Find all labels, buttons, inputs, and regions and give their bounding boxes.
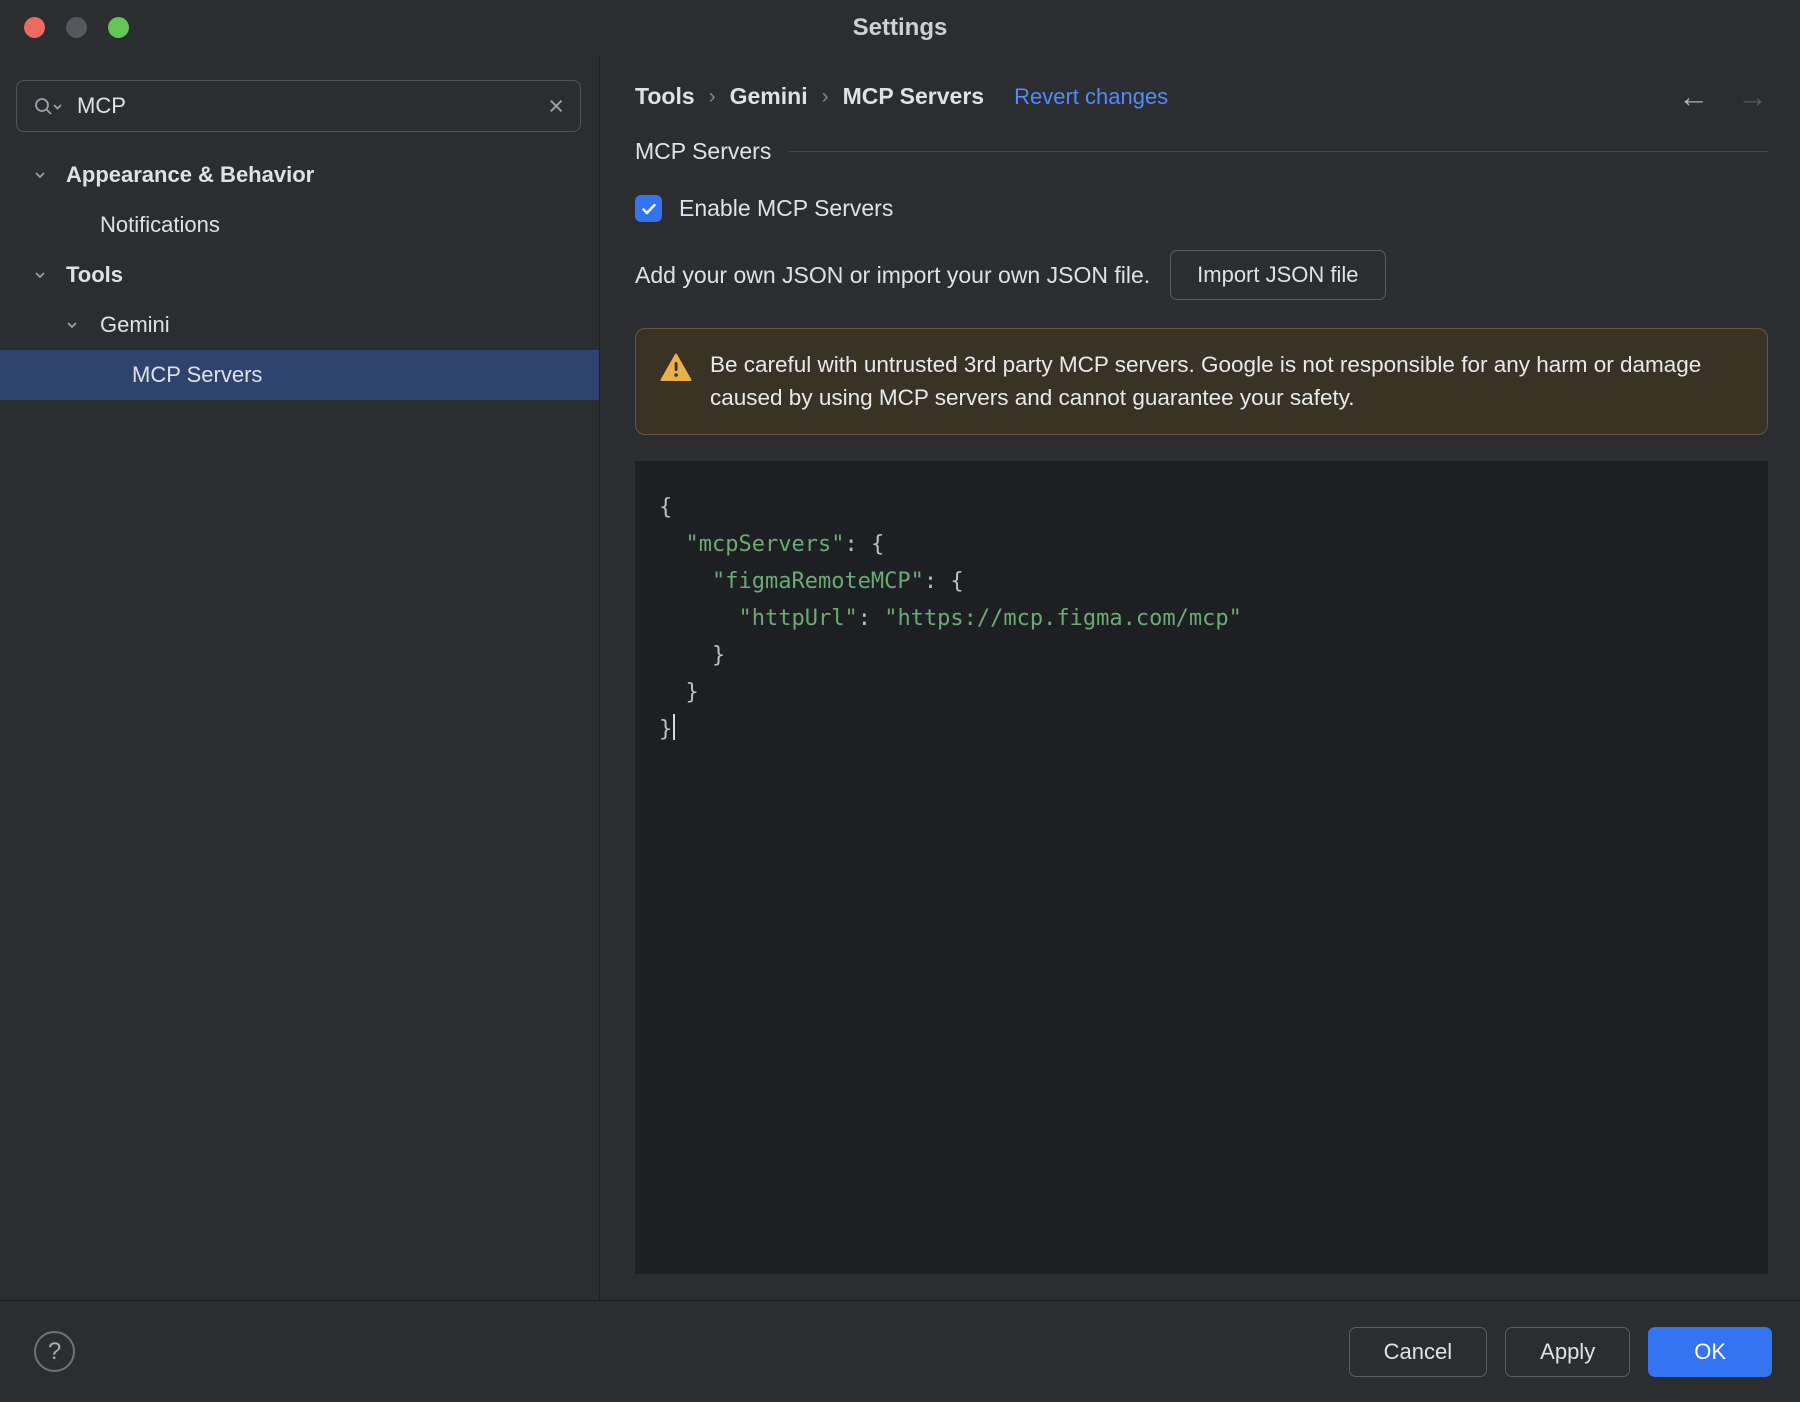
chevron-down-icon[interactable] <box>32 167 48 183</box>
apply-button[interactable]: Apply <box>1505 1326 1631 1377</box>
sidebar-item-label: Appearance & Behavior <box>66 162 315 187</box>
clear-search-icon[interactable]: × <box>548 92 564 120</box>
sidebar-item-label: Gemini <box>100 312 170 337</box>
sidebar-item-gemini[interactable]: Gemini <box>0 300 599 350</box>
sidebar-item-notifications[interactable]: Notifications <box>0 200 599 250</box>
import-hint-text: Add your own JSON or import your own JSO… <box>635 261 1151 288</box>
search-input[interactable] <box>75 92 537 120</box>
forward-arrow-icon[interactable]: → <box>1737 81 1768 112</box>
sidebar-item-label: MCP Servers <box>132 362 263 387</box>
cancel-button[interactable]: Cancel <box>1348 1326 1488 1377</box>
breadcrumb-item-tools[interactable]: Tools <box>635 83 695 110</box>
import-row: Add your own JSON or import your own JSO… <box>635 250 1768 300</box>
window-controls <box>24 17 129 38</box>
sidebar-item-mcp-servers[interactable]: MCP Servers <box>0 350 599 400</box>
warning-icon <box>660 353 692 382</box>
settings-search-box[interactable]: × <box>16 80 581 132</box>
settings-sidebar: × Appearance & Behavior Notifications To… <box>0 55 600 1300</box>
enable-mcp-label[interactable]: Enable MCP Servers <box>679 195 893 222</box>
enable-mcp-checkbox[interactable] <box>635 195 662 222</box>
window-title: Settings <box>852 13 948 41</box>
page-title: MCP Servers <box>635 138 772 164</box>
back-arrow-icon[interactable]: ← <box>1678 81 1709 112</box>
history-navigation: ← → <box>1678 81 1768 112</box>
breadcrumb: Tools › Gemini › MCP Servers Revert chan… <box>635 81 1768 112</box>
close-window-button[interactable] <box>24 17 45 38</box>
settings-content: Tools › Gemini › MCP Servers Revert chan… <box>601 55 1800 1300</box>
text-cursor <box>673 714 676 741</box>
help-button[interactable]: ? <box>34 1331 75 1372</box>
json-editor[interactable]: { "mcpServers": { "figmaRemoteMCP": { "h… <box>635 461 1768 1274</box>
sidebar-item-label: Notifications <box>100 212 220 237</box>
search-icon <box>33 96 63 117</box>
warning-banner: Be careful with untrusted 3rd party MCP … <box>635 328 1768 436</box>
json-editor-code: { "mcpServers": { "figmaRemoteMCP": { "h… <box>659 495 1242 743</box>
chevron-down-icon[interactable] <box>64 317 80 333</box>
breadcrumb-separator: › <box>708 84 716 108</box>
enable-mcp-row: Enable MCP Servers <box>635 195 1768 222</box>
maximize-window-button[interactable] <box>108 17 129 38</box>
footer-buttons: Cancel Apply OK <box>1348 1326 1772 1377</box>
warning-text: Be careful with untrusted 3rd party MCP … <box>710 352 1702 410</box>
minimize-window-button[interactable] <box>66 17 87 38</box>
chevron-down-icon[interactable] <box>32 267 48 283</box>
question-mark-icon: ? <box>47 1337 62 1365</box>
settings-tree: Appearance & Behavior Notifications Tool… <box>0 150 599 400</box>
section-divider <box>789 151 1768 152</box>
checkmark-icon <box>641 203 656 214</box>
breadcrumb-item-gemini[interactable]: Gemini <box>730 83 808 110</box>
dialog-footer: ? Cancel Apply OK <box>0 1300 1800 1402</box>
breadcrumb-item-mcp-servers: MCP Servers <box>842 83 985 109</box>
title-bar: Settings <box>0 0 1800 55</box>
revert-changes-link[interactable]: Revert changes <box>1014 84 1168 110</box>
sidebar-item-label: Tools <box>66 262 124 287</box>
ok-button[interactable]: OK <box>1648 1326 1772 1377</box>
sidebar-item-tools[interactable]: Tools <box>0 250 599 300</box>
breadcrumb-separator: › <box>821 84 829 108</box>
section-header: MCP Servers <box>635 138 1768 165</box>
sidebar-item-appearance-behavior[interactable]: Appearance & Behavior <box>0 150 599 200</box>
import-json-button[interactable]: Import JSON file <box>1170 250 1386 300</box>
